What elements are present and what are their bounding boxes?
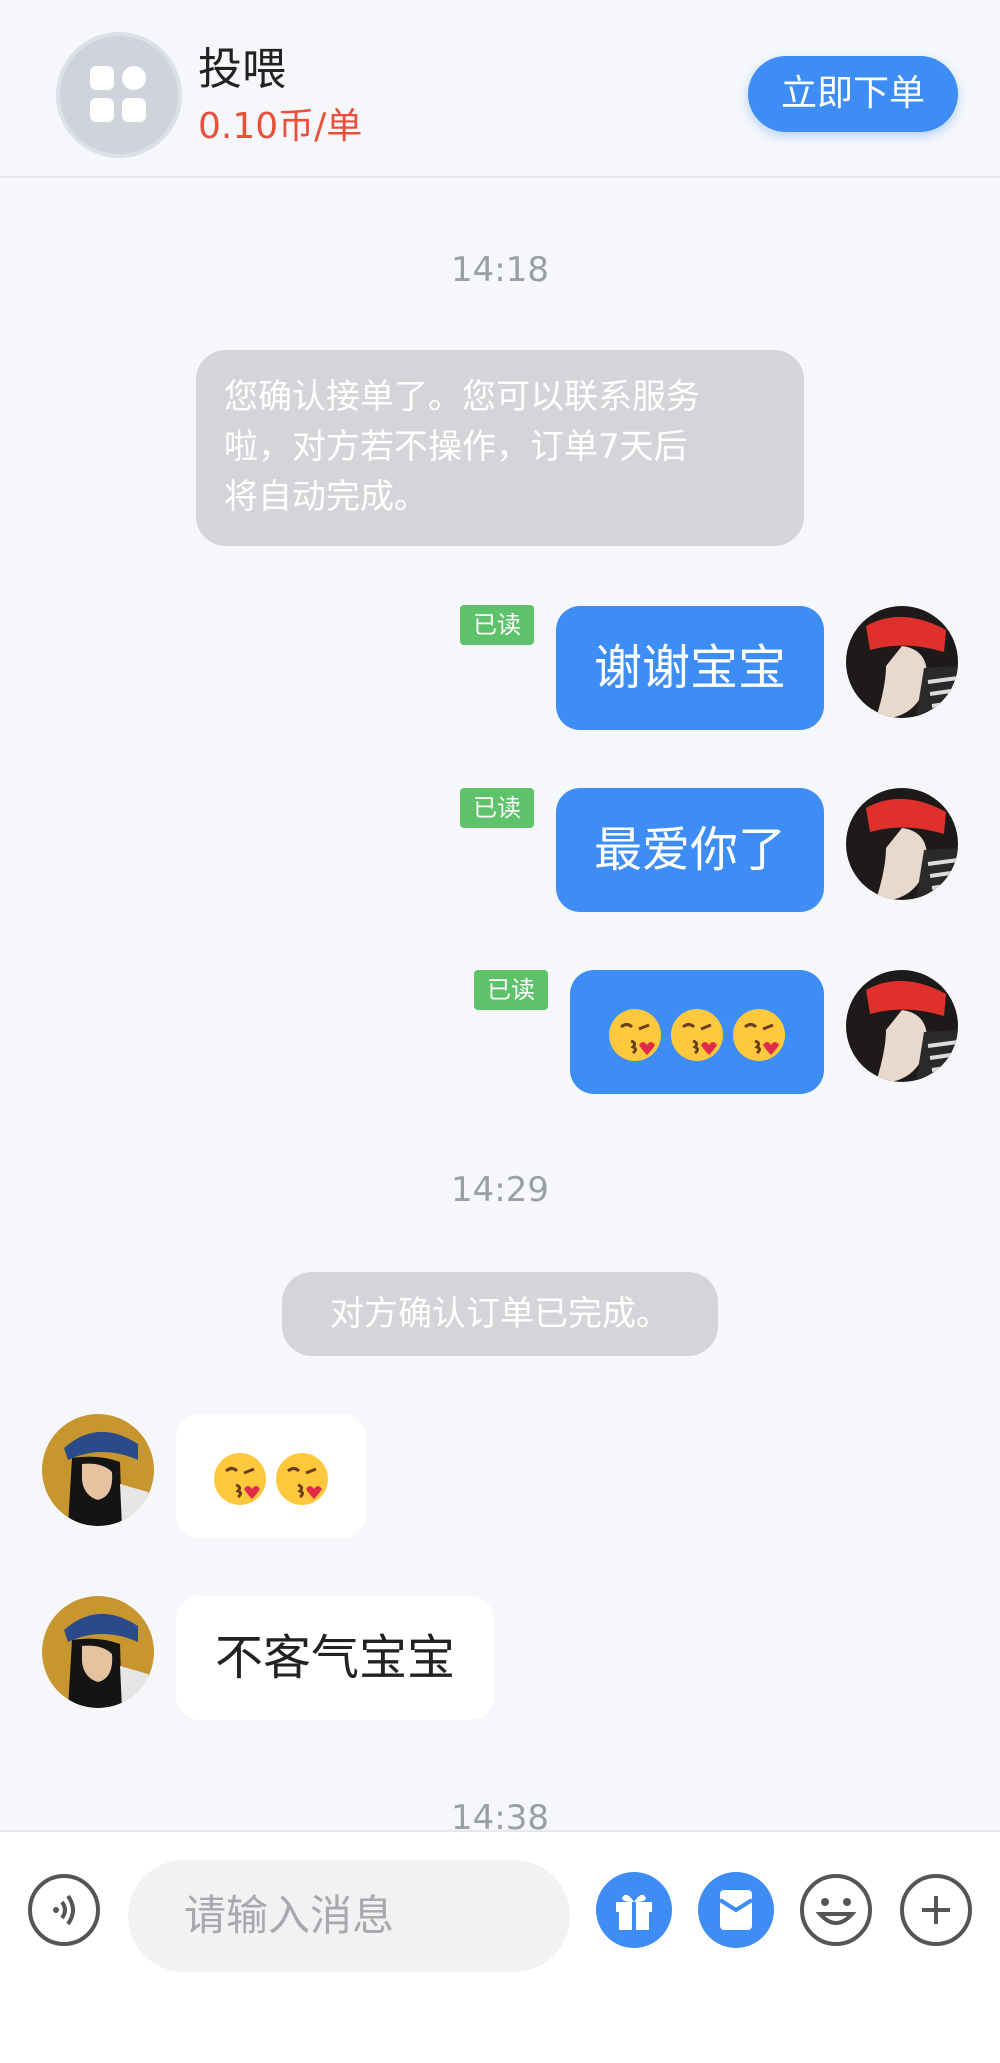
other-emoji-bubble[interactable] [176,1414,366,1538]
smiley-icon[interactable] [798,1872,874,1948]
app-grid-icon [56,32,182,158]
voice-icon[interactable] [26,1872,102,1948]
service-price: 0.10币/单 [198,106,363,147]
kiss-emoji-icon [276,1453,328,1505]
my-message-bubble[interactable]: 最爱你了 [556,788,824,912]
other-message-bubble[interactable]: 不客气宝宝 [176,1596,494,1720]
other-avatar[interactable] [42,1414,154,1526]
my-emoji-bubble[interactable] [570,970,824,1094]
plus-icon[interactable] [898,1872,974,1948]
my-avatar[interactable] [846,606,958,718]
my-avatar[interactable] [846,970,958,1082]
kiss-emoji-icon [733,1009,785,1061]
message-input[interactable]: 请输入消息 [128,1860,570,1972]
kiss-emoji-icon [214,1453,266,1505]
service-title: 投喂 [198,44,286,95]
system-message-line: 将自动完成。 [224,477,428,517]
read-badge: 已读 [474,970,548,1010]
my-message-bubble[interactable]: 谢谢宝宝 [556,606,824,730]
kiss-emoji-icon [671,1009,723,1061]
timestamp: 14:18 [451,250,549,290]
other-avatar[interactable] [42,1596,154,1708]
order-now-button[interactable]: 立即下单 [748,56,958,132]
system-message: 对方确认订单已完成。 [282,1272,718,1356]
input-bar: 请输入消息 [0,1830,1000,2063]
system-message: 您确认接单了。您可以联系服务 啦，对方若不操作，订单7天后 将自动完成。 [196,350,804,546]
timestamp: 14:29 [451,1170,549,1210]
gift-icon[interactable] [596,1872,672,1948]
read-badge: 已读 [460,605,534,645]
chat-header: 投喂 0.10币/单 立即下单 [0,0,1000,178]
read-badge: 已读 [460,788,534,828]
my-avatar[interactable] [846,788,958,900]
kiss-emoji-icon [609,1009,661,1061]
red-packet-icon[interactable] [698,1872,774,1948]
system-message-line: 您确认接单了。您可以联系服务 [224,377,700,417]
system-message-line: 啦，对方若不操作，订单7天后 [224,427,688,467]
